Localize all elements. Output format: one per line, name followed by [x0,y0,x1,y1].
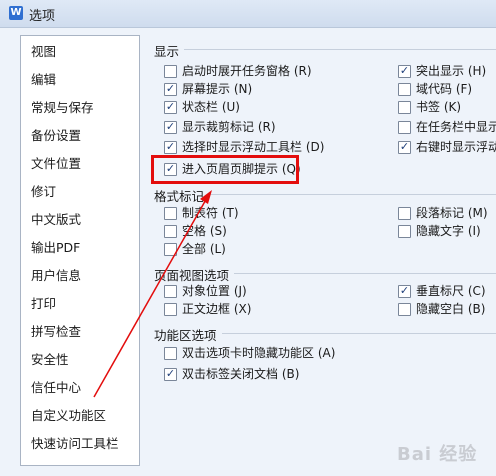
sidebar-item-quick-access[interactable]: 快速访问工具栏 [21,432,139,456]
check-icon: ✓ [399,140,410,153]
checkbox[interactable]: ✓ [164,367,177,381]
sidebar-item-file-location[interactable]: 文件位置 [21,152,139,176]
sidebar-item-export-pdf[interactable]: 输出PDF [21,236,139,260]
section-title-ribbon: 功能区选项 [154,328,217,343]
sidebar-item-edit[interactable]: 编辑 [21,68,139,92]
checkbox[interactable]: ✓ [164,243,177,256]
window-title: 选项 [29,9,56,24]
checkbox[interactable]: ✓ [398,64,411,78]
checkbox[interactable]: ✓ [164,225,177,238]
checkbox[interactable]: ✓ [398,303,411,316]
section-divider [184,49,496,50]
checkbox[interactable]: ✓ [164,303,177,316]
checkbox[interactable]: ✓ [164,65,177,78]
checkbox[interactable]: ✓ [398,140,411,154]
checkbox[interactable]: ✓ [164,140,177,154]
sidebar-item-user-info[interactable]: 用户信息 [21,264,139,288]
checkbox[interactable]: ✓ [398,121,411,134]
sidebar-item-general[interactable]: 常规与保存 [21,96,139,120]
sidebar-item-trust-center[interactable]: 信任中心 [21,376,139,400]
check-icon: ✓ [165,82,176,95]
checkbox[interactable]: ✓ [164,100,177,114]
sidebar-item-print[interactable]: 打印 [21,292,139,316]
checkbox[interactable]: ✓ [164,347,177,360]
category-list: 视图 编辑 常规与保存 备份设置 文件位置 修订 中文版式 输出PDF 用户信息… [20,35,140,466]
check-icon: ✓ [165,120,176,133]
section-divider [234,273,496,274]
checkbox[interactable]: ✓ [398,207,411,220]
wps-w-icon: W [9,6,23,20]
checkbox[interactable]: ✓ [398,284,411,298]
check-icon: ✓ [399,284,410,297]
sidebar-item-view[interactable]: 视图 [21,40,139,64]
checkbox[interactable]: ✓ [164,82,177,96]
watermark-logo: Bai 经验 [397,444,478,465]
title-bar: W 选项 [0,0,496,28]
check-icon: ✓ [165,100,176,113]
sidebar-item-revision[interactable]: 修订 [21,180,139,204]
section-divider [208,194,496,195]
sidebar-item-spell-check[interactable]: 拼写检查 [21,320,139,344]
sidebar-item-backup[interactable]: 备份设置 [21,124,139,148]
section-title-display: 显示 [154,44,180,59]
sidebar-item-chinese-layout[interactable]: 中文版式 [21,208,139,232]
checkbox[interactable]: ✓ [398,225,411,238]
section-title-page-view: 页面视图选项 [154,268,230,283]
section-title-format-marks: 格式标记 [154,189,205,204]
sidebar-item-security[interactable]: 安全性 [21,348,139,372]
check-icon: ✓ [165,140,176,153]
checkbox[interactable]: ✓ [164,285,177,298]
section-divider [222,333,496,334]
check-icon: ✓ [165,367,176,380]
highlight-box [151,155,299,184]
checkbox[interactable]: ✓ [164,120,177,134]
checkbox[interactable]: ✓ [164,207,177,220]
sidebar-item-customize-ribbon[interactable]: 自定义功能区 [21,404,139,428]
check-icon: ✓ [399,64,410,77]
checkbox[interactable]: ✓ [398,101,411,114]
checkbox[interactable]: ✓ [398,83,411,96]
options-panel: 显示 ✓ 启动时展开任务窗格 (R) ✓ 屏幕提示 (N) ✓ 状态栏 (U) … [146,35,496,476]
